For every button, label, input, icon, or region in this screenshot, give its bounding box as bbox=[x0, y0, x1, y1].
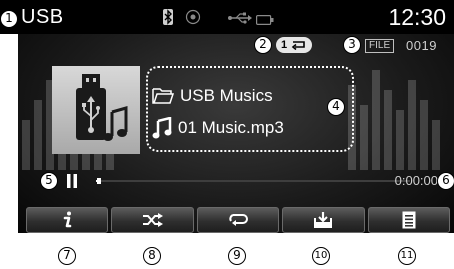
info-icon bbox=[63, 211, 72, 228]
info-button[interactable] bbox=[26, 207, 109, 233]
track-info-box[interactable]: USB Musics 01 Music.mp3 bbox=[146, 66, 354, 152]
folder-name: USB Musics bbox=[180, 86, 273, 105]
button-bar bbox=[26, 207, 451, 233]
equalizer-decoration-right bbox=[348, 70, 440, 170]
repeat-icon bbox=[229, 214, 248, 226]
callout-7: 7 bbox=[58, 247, 76, 265]
callout-3: 3 bbox=[343, 36, 361, 54]
track-row: 01 Music.mp3 bbox=[152, 116, 284, 140]
music-note-icon bbox=[152, 117, 172, 139]
callout-10: 10 bbox=[312, 247, 330, 265]
callout-8: 8 bbox=[143, 247, 161, 265]
progress-track[interactable] bbox=[96, 178, 410, 184]
callout-2: 2 bbox=[254, 36, 272, 54]
file-label: FILE bbox=[365, 39, 395, 53]
target-icon bbox=[185, 9, 201, 30]
battery-icon bbox=[256, 12, 274, 30]
status-bar: USB 12:30 bbox=[0, 0, 454, 34]
track-name: 01 Music.mp3 bbox=[178, 118, 284, 137]
repeat-mode-label: 1 bbox=[281, 39, 288, 51]
bluetooth-icon bbox=[163, 9, 173, 30]
source-title: USB bbox=[21, 6, 64, 28]
callout-1: 1 bbox=[0, 10, 18, 28]
copy-button[interactable] bbox=[282, 207, 365, 233]
folder-row: USB Musics bbox=[152, 84, 273, 108]
callout-4: 4 bbox=[327, 98, 345, 116]
playback-bar: 0:00:00 bbox=[40, 170, 444, 192]
album-art bbox=[52, 66, 140, 154]
shuffle-button[interactable] bbox=[111, 207, 194, 233]
repeat-small-icon bbox=[291, 41, 305, 50]
copy-icon bbox=[314, 212, 333, 228]
progress-thumb[interactable] bbox=[97, 178, 102, 184]
shuffle-icon bbox=[142, 213, 163, 227]
list-button[interactable] bbox=[367, 207, 451, 233]
pause-icon[interactable] bbox=[66, 173, 78, 194]
clock: 12:30 bbox=[388, 4, 446, 30]
usb-music-screen: USB 12:30 1 FILE 0019 USB Musics 01 Musi… bbox=[0, 0, 454, 269]
list-icon bbox=[402, 211, 416, 229]
usb-music-icon bbox=[76, 74, 128, 141]
repeat-mode-badge: 1 bbox=[276, 37, 312, 53]
usb-icon bbox=[228, 11, 252, 29]
callout-9: 9 bbox=[228, 247, 246, 265]
elapsed-time: 0:00:00 bbox=[394, 173, 438, 188]
callout-5: 5 bbox=[40, 172, 58, 190]
folder-icon bbox=[152, 88, 174, 104]
callout-6: 6 bbox=[437, 172, 454, 190]
callout-11: 11 bbox=[398, 247, 416, 265]
file-number: 0019 bbox=[406, 38, 437, 53]
repeat-button[interactable] bbox=[196, 207, 280, 233]
